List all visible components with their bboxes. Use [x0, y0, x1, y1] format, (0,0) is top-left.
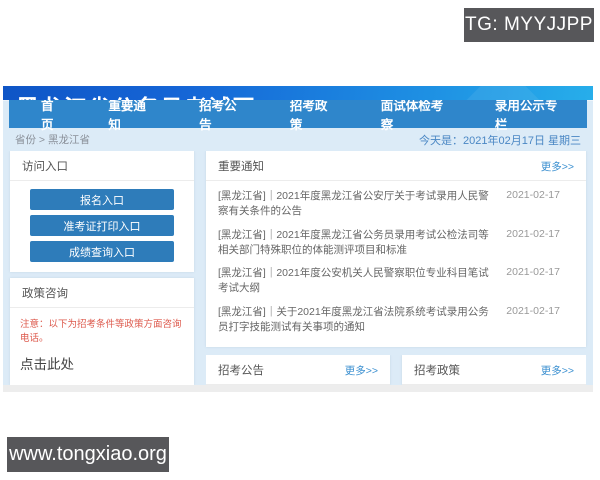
- notice-list: [黑龙江省]｜2021年度黑龙江省公安厅关于考试录用人民警察有关条件的公告 20…: [206, 181, 586, 347]
- webpage-screenshot: 黑龙江省公务员考试网 公平考试 严格考察 平等竞争 择优录取 首页 重要通知 招…: [3, 86, 593, 392]
- policies-more-link[interactable]: 更多>>: [541, 363, 574, 378]
- bottom-cards-row: 招考公告 更多>> 招考政策 更多>>: [206, 355, 586, 385]
- notice-title[interactable]: [黑龙江省]｜关于2021年度黑龙江省法院系统考试录用公务员打字技能测试有关事项…: [218, 305, 494, 335]
- breadcrumb-row: 省份 > 黑龙江省 今天是：2021年02月17日 星期三: [3, 128, 593, 151]
- entrance-buttons: 报名入口 准考证打印入口 成绩查询入口: [10, 181, 194, 272]
- list-item[interactable]: [黑龙江省]｜2021年度黑龙江省公务员录用考试公检法司等相关部门特殊职位的体能…: [206, 224, 586, 262]
- admission-ticket-print-button[interactable]: 准考证打印入口: [30, 215, 174, 237]
- nav-item-recruit-policies[interactable]: 招考政策: [268, 99, 359, 132]
- page-body: 省份 > 黑龙江省 今天是：2021年02月17日 星期三 访问入口 报名入口 …: [3, 128, 593, 392]
- list-item[interactable]: [黑龙江省]｜关于2021年度黑龙江省法院系统考试录用公务员打字技能测试有关事项…: [206, 301, 586, 339]
- policies-card-title: 招考政策: [414, 365, 460, 377]
- policy-notice-text: 注意：以下为招考条件等政策方面咨询电话。: [20, 319, 182, 344]
- notice-title[interactable]: [黑龙江省]｜2021年度黑龙江省公务员录用考试公检法司等相关部门特殊职位的体能…: [218, 228, 494, 258]
- content-columns: 访问入口 报名入口 准考证打印入口 成绩查询入口 政策咨询 注意：以下为招考条件…: [3, 151, 593, 385]
- breadcrumb[interactable]: 省份 > 黑龙江省: [15, 132, 90, 147]
- list-item[interactable]: [黑龙江省]｜2021年度公安机关人民警察职位专业科目笔试考试大纲 2021-0…: [206, 262, 586, 300]
- notice-title[interactable]: [黑龙江省]｜2021年度黑龙江省公安厅关于考试录用人民警察有关条件的公告: [218, 189, 494, 219]
- announcements-more-link[interactable]: 更多>>: [345, 363, 378, 378]
- notice-date: 2021-02-17: [506, 189, 560, 202]
- policy-consult-card: 政策咨询 注意：以下为招考条件等政策方面咨询电话。 点击此处: [10, 278, 194, 385]
- nav-item-hiring-publicity[interactable]: 录用公示专栏: [473, 99, 587, 132]
- click-here-link[interactable]: 点击此处: [10, 349, 194, 377]
- recruit-announcements-card: 招考公告 更多>>: [206, 355, 390, 385]
- screenshot-stage: TG: MYYJJPP 黑龙江省公务员考试网 公平考试 严格考察 平等竞争 择优…: [0, 0, 600, 480]
- policy-card-header: 政策咨询: [10, 278, 194, 309]
- notice-date: 2021-02-17: [506, 304, 560, 317]
- right-column: 重要通知 更多>> [黑龙江省]｜2021年度黑龙江省公安厅关于考试录用人民警察…: [206, 151, 586, 385]
- access-card-header: 访问入口: [10, 151, 194, 182]
- notices-card-header: 重要通知 更多>>: [206, 151, 586, 182]
- screenshot-bottom-strip: [3, 385, 593, 392]
- access-card-title: 访问入口: [22, 161, 68, 174]
- announcements-card-title: 招考公告: [218, 365, 264, 377]
- watermark-badge: www.tongxiao.org: [7, 437, 169, 472]
- policy-card-title: 政策咨询: [22, 288, 68, 301]
- list-item[interactable]: [黑龙江省]｜2021年度黑龙江省公安厅关于考试录用人民警察有关条件的公告 20…: [206, 185, 586, 223]
- notice-date: 2021-02-17: [506, 266, 560, 279]
- policies-card-header: 招考政策 更多>>: [402, 355, 586, 385]
- announcements-card-header: 招考公告 更多>>: [206, 355, 390, 385]
- tg-contact-badge: TG: MYYJJPP: [464, 8, 594, 42]
- today-date: 今天是：2021年02月17日 星期三: [419, 134, 581, 147]
- main-nav: 首页 重要通知 招考公告 招考政策 面试体检考察 录用公示专栏: [9, 99, 587, 132]
- recruit-policies-card: 招考政策 更多>>: [402, 355, 586, 385]
- register-entrance-button[interactable]: 报名入口: [30, 189, 174, 211]
- notices-more-link[interactable]: 更多>>: [541, 159, 574, 174]
- nav-item-recruit-announcements[interactable]: 招考公告: [177, 99, 268, 132]
- banner-decoration: [460, 86, 546, 101]
- left-column: 访问入口 报名入口 准考证打印入口 成绩查询入口 政策咨询 注意：以下为招考条件…: [10, 151, 194, 385]
- score-query-button[interactable]: 成绩查询入口: [30, 241, 174, 263]
- site-header-banner: 黑龙江省公务员考试网 公平考试 严格考察 平等竞争 择优录取: [3, 86, 593, 101]
- nav-item-important-notices[interactable]: 重要通知: [86, 99, 177, 132]
- access-entrance-card: 访问入口 报名入口 准考证打印入口 成绩查询入口: [10, 151, 194, 273]
- nav-item-home[interactable]: 首页: [19, 99, 86, 132]
- notices-card-title: 重要通知: [218, 161, 264, 174]
- important-notices-card: 重要通知 更多>> [黑龙江省]｜2021年度黑龙江省公安厅关于考试录用人民警察…: [206, 151, 586, 347]
- nav-item-interview-medical[interactable]: 面试体检考察: [359, 99, 473, 132]
- notice-date: 2021-02-17: [506, 227, 560, 240]
- notice-title[interactable]: [黑龙江省]｜2021年度公安机关人民警察职位专业科目笔试考试大纲: [218, 266, 494, 296]
